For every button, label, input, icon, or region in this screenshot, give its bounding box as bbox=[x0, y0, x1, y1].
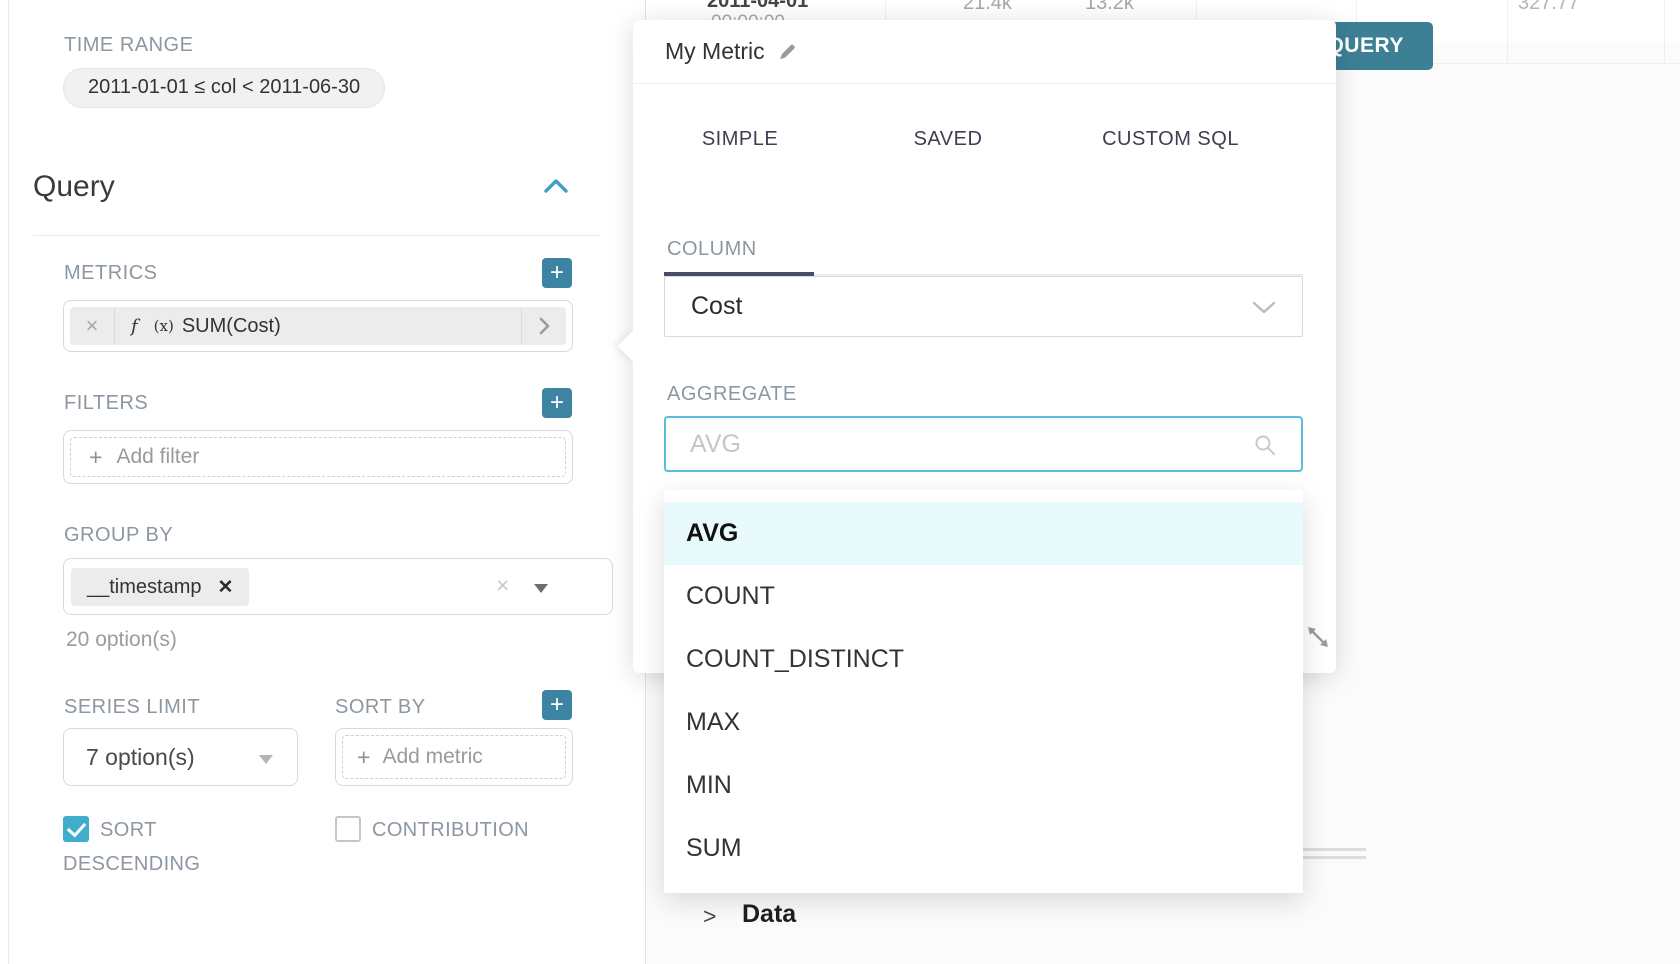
table-cell-value: 21.4k bbox=[963, 0, 1012, 15]
contribution-checkbox[interactable] bbox=[335, 816, 361, 842]
tab-custom-sql[interactable]: CUSTOM SQL bbox=[1063, 128, 1278, 151]
add-filter-plus-button[interactable]: + bbox=[542, 388, 572, 418]
option-avg[interactable]: AVG bbox=[664, 502, 1303, 565]
column-select[interactable]: Cost bbox=[664, 276, 1303, 337]
panel-left-border bbox=[8, 0, 9, 964]
plus-icon: + bbox=[550, 261, 564, 285]
add-metric-button[interactable]: + bbox=[542, 258, 572, 288]
option-max[interactable]: MAX bbox=[664, 691, 1303, 754]
sort-by-label: SORT BY bbox=[335, 696, 426, 719]
filters-control: + Add filter bbox=[63, 430, 573, 484]
metrics-label: METRICS bbox=[64, 262, 158, 285]
option-count[interactable]: COUNT bbox=[664, 565, 1303, 628]
add-sort-metric-button[interactable]: + Add metric bbox=[342, 735, 566, 779]
popover-pointer bbox=[617, 330, 648, 361]
explore-chart-builder: 2011-04-01 00:00:00 21.4k 13.2k 327.77 >… bbox=[0, 0, 1680, 964]
add-filter-button[interactable]: + Add filter bbox=[70, 437, 566, 477]
chevron-down-icon bbox=[1252, 301, 1276, 315]
query-section-title: Query bbox=[33, 170, 115, 204]
aggregate-options-dropdown: AVG COUNT COUNT_DISTINCT MAX MIN SUM bbox=[664, 490, 1303, 893]
function-icon-args: (x) bbox=[154, 317, 174, 335]
add-filter-label: Add filter bbox=[116, 445, 199, 469]
plus-icon: + bbox=[357, 744, 370, 771]
function-icon: f bbox=[131, 316, 138, 337]
column-label: COLUMN bbox=[667, 238, 757, 261]
option-count-distinct[interactable]: COUNT_DISTINCT bbox=[664, 628, 1303, 691]
chevron-right-icon bbox=[539, 317, 550, 335]
metric-pill[interactable]: × f (x) SUM(Cost) bbox=[70, 307, 566, 345]
add-sort-metric-label: Add metric bbox=[382, 745, 482, 769]
sort-by-control: + Add metric bbox=[335, 728, 573, 786]
group-by-label: GROUP BY bbox=[64, 524, 173, 547]
table-gridline bbox=[1664, 0, 1665, 63]
table-gridline bbox=[1507, 0, 1508, 63]
metric-name-text: My Metric bbox=[665, 38, 765, 65]
table-cell-value: 327.77 bbox=[1518, 0, 1579, 15]
series-limit-label: SERIES LIMIT bbox=[64, 696, 200, 719]
group-by-options-hint: 20 option(s) bbox=[66, 628, 177, 652]
time-range-pill[interactable]: 2011-01-01 ≤ col < 2011-06-30 bbox=[63, 68, 385, 108]
collapse-section-chevron-up-icon[interactable] bbox=[543, 178, 569, 194]
metric-expand-chevron[interactable] bbox=[521, 307, 566, 345]
metric-popover-title: My Metric bbox=[665, 38, 797, 65]
column-select-value: Cost bbox=[691, 292, 742, 321]
option-sum[interactable]: SUM bbox=[664, 817, 1303, 880]
option-min[interactable]: MIN bbox=[664, 754, 1303, 817]
tab-simple[interactable]: SIMPLE bbox=[664, 128, 816, 151]
series-limit-select[interactable]: 7 option(s) bbox=[63, 728, 298, 786]
data-panel-chevron-icon[interactable]: > bbox=[703, 903, 716, 930]
time-range-label: TIME RANGE bbox=[64, 34, 193, 57]
remove-metric-icon[interactable]: × bbox=[70, 307, 115, 345]
metrics-control: × f (x) SUM(Cost) bbox=[63, 300, 573, 352]
clear-select-icon[interactable]: × bbox=[496, 572, 509, 599]
aggregate-search-input[interactable]: AVG bbox=[664, 416, 1303, 472]
plus-icon: + bbox=[89, 444, 102, 471]
aggregate-label: AGGREGATE bbox=[667, 383, 797, 406]
popover-header-divider bbox=[633, 83, 1336, 84]
remove-tag-icon[interactable]: ✕ bbox=[218, 576, 234, 599]
aggregate-placeholder: AVG bbox=[690, 430, 741, 459]
contribution-label: CONTRIBUTION bbox=[372, 813, 529, 847]
select-caret-down-icon[interactable] bbox=[534, 584, 548, 593]
plus-icon: + bbox=[550, 693, 564, 717]
search-icon bbox=[1253, 433, 1277, 457]
section-divider bbox=[33, 235, 600, 236]
data-panel-title[interactable]: Data bbox=[742, 900, 796, 929]
group-by-tag[interactable]: __timestamp ✕ bbox=[71, 568, 249, 606]
add-sort-metric-plus-button[interactable]: + bbox=[542, 690, 572, 720]
select-caret-down-icon bbox=[259, 755, 273, 764]
table-cell-value: 13.2k bbox=[1085, 0, 1134, 15]
sort-descending-label: SORT DESCENDING bbox=[63, 813, 273, 881]
group-by-tag-label: __timestamp bbox=[87, 576, 202, 599]
popover-resize-icon[interactable] bbox=[1305, 624, 1331, 650]
metric-pill-label: SUM(Cost) bbox=[182, 315, 281, 338]
series-limit-value: 7 option(s) bbox=[86, 744, 195, 771]
edit-pencil-icon[interactable] bbox=[777, 42, 797, 62]
plus-icon: + bbox=[550, 391, 564, 415]
tab-saved[interactable]: SAVED bbox=[873, 128, 1023, 151]
filters-label: FILTERS bbox=[64, 392, 148, 415]
group-by-select[interactable]: __timestamp ✕ × bbox=[63, 558, 613, 615]
